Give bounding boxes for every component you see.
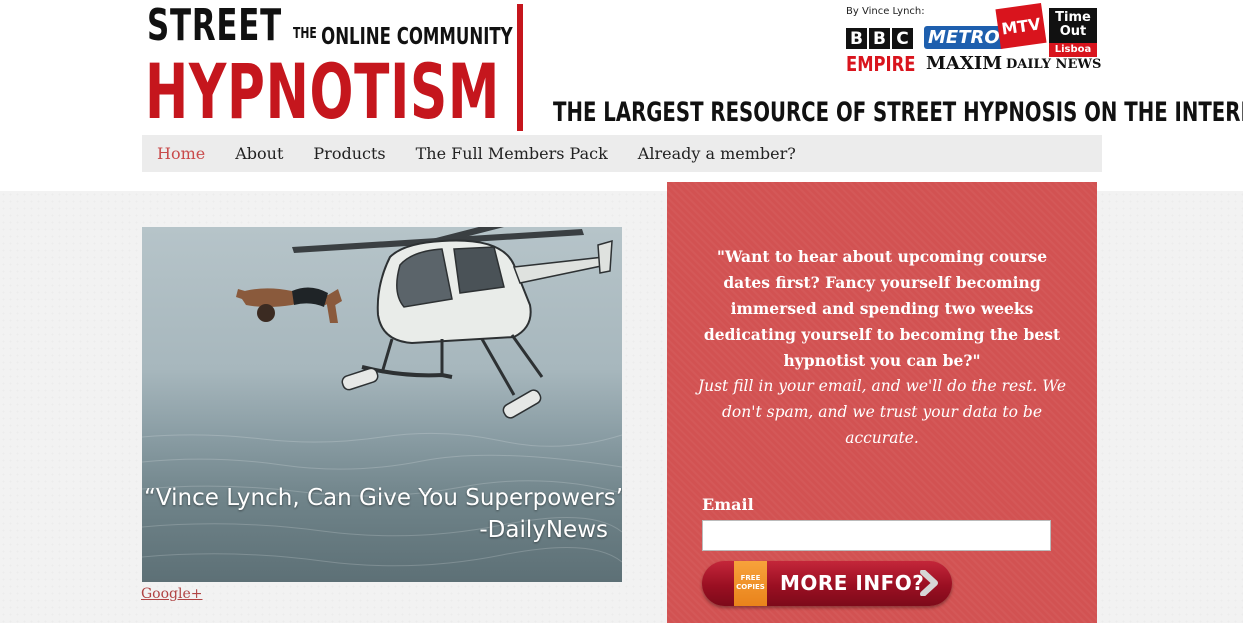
site-tagline: THE LARGEST RESOURCE OF STREET HYPNOSIS … xyxy=(553,97,1243,128)
timeout-text: Time Out xyxy=(1055,10,1091,39)
bbc-letter: B xyxy=(846,28,867,49)
more-info-label: MORE INFO? xyxy=(780,571,925,595)
press-by-line: By Vince Lynch: xyxy=(846,6,925,17)
empire-logo: EMPIRE xyxy=(846,52,916,76)
daily-news-logo: DAILY NEWS xyxy=(1006,57,1102,72)
google-plus-link[interactable]: Google+ xyxy=(141,586,203,602)
chevron-right-icon xyxy=(920,570,938,596)
signup-note: Just fill in your email, and we'll do th… xyxy=(697,377,1067,447)
nav-item-already-member[interactable]: Already a member? xyxy=(638,144,796,163)
hero-quote-source: -DailyNews xyxy=(479,517,608,543)
logo-street-text: STREET xyxy=(147,0,283,51)
hero-image: “Vince Lynch, Can Give You Superpowers” … xyxy=(142,227,622,582)
metro-logo: METRO xyxy=(924,26,1004,49)
bbc-letter: C xyxy=(892,28,913,49)
signup-quote: "Want to hear about upcoming course date… xyxy=(703,247,1061,370)
timeout-logo: Time Out Lisboa xyxy=(1049,8,1097,57)
logo-divider xyxy=(517,4,523,131)
signup-panel: "Want to hear about upcoming course date… xyxy=(667,182,1097,623)
mtv-logo: MTV xyxy=(995,2,1047,50)
free-copies-tag: FREE COPIES xyxy=(734,561,767,606)
hero-quote: “Vince Lynch, Can Give You Superpowers” xyxy=(144,485,622,511)
main-nav: Home About Products The Full Members Pac… xyxy=(142,135,1102,172)
nav-item-products[interactable]: Products xyxy=(313,144,385,163)
press-logos: By Vince Lynch: B B C METRO MTV Time Out… xyxy=(846,2,1102,76)
logo-hypnotism-text: HYPNOTISM xyxy=(145,47,500,136)
logo-online-community: THE ONLINE COMMUNITY xyxy=(293,26,513,49)
email-label: Email xyxy=(702,495,754,514)
site-header: STREET THE ONLINE COMMUNITY HYPNOTISM By … xyxy=(0,0,1243,133)
logo-the-text: THE xyxy=(293,24,317,42)
nav-item-full-members-pack[interactable]: The Full Members Pack xyxy=(416,144,608,163)
bbc-letter: B xyxy=(869,28,890,49)
email-field[interactable] xyxy=(702,520,1051,551)
timeout-city: Lisboa xyxy=(1049,43,1097,57)
maxim-logo: MAXIM xyxy=(926,53,1003,74)
nav-item-home[interactable]: Home xyxy=(157,144,205,163)
bbc-logo: B B C xyxy=(846,28,913,49)
nav-item-about[interactable]: About xyxy=(235,144,283,163)
street-hypnotism-logo[interactable]: STREET THE ONLINE COMMUNITY HYPNOTISM xyxy=(145,0,513,136)
more-info-button[interactable]: FREE COPIES MORE INFO? xyxy=(702,561,952,606)
